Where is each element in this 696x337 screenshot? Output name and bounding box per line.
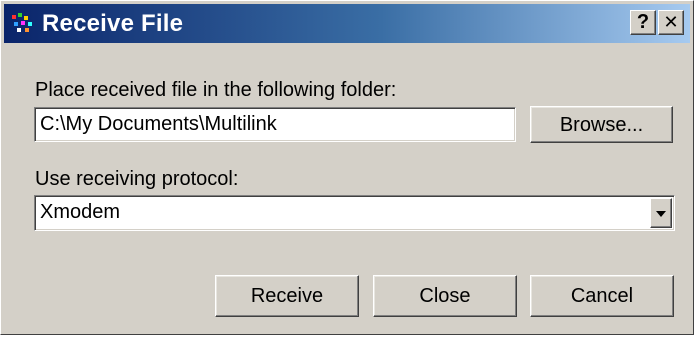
protocol-selected-value: Xmodem [40,201,121,223]
window-title: Receive File [42,10,184,37]
receive-button-label: Receive [250,285,324,307]
protocol-label: Use receiving protocol: [35,168,239,190]
folder-label: Place received file in the following fol… [35,79,397,101]
browse-button[interactable]: Browse... [530,106,673,143]
close-icon: ✕ [663,12,679,32]
close-button[interactable]: Close [373,275,517,317]
receive-button[interactable]: Receive [215,275,359,317]
folder-path-input[interactable]: C:\My Documents\Multilink [34,107,516,142]
close-button-label: Close [419,285,471,307]
cancel-button[interactable]: Cancel [530,275,674,317]
dropdown-button[interactable] [650,198,672,228]
help-button[interactable]: ? [630,10,656,35]
help-icon: ? [636,11,650,33]
protocol-select[interactable]: Xmodem [34,195,675,231]
chevron-down-icon [656,211,666,217]
browse-button-label: Browse... [559,113,644,136]
title-bar[interactable]: Receive File ? ✕ [4,4,690,43]
cancel-button-label: Cancel [570,285,634,307]
multilink-app-icon [12,13,32,32]
close-window-button[interactable]: ✕ [658,10,684,35]
receive-file-dialog: Receive File ? ✕ Place received file in … [0,0,694,335]
